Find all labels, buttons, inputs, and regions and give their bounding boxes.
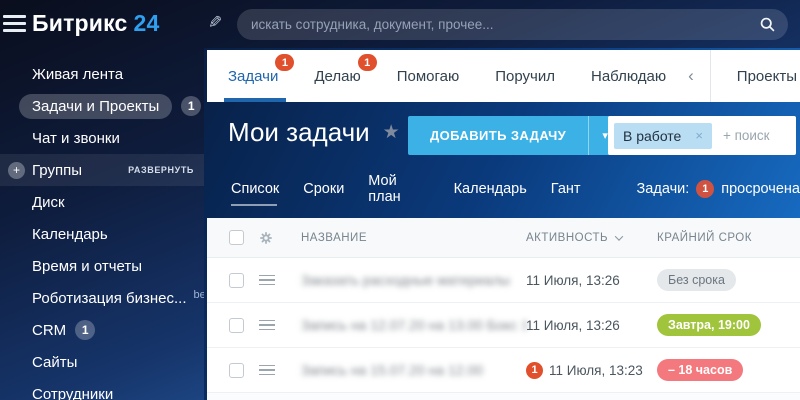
sidebar-item-sites[interactable]: Сайты (0, 346, 204, 378)
sidebar-item-time-reports[interactable]: Время и отчеты (0, 250, 204, 282)
tab-tasks[interactable]: Задачи 1 (223, 50, 295, 102)
tab-delegated[interactable]: Поручил (495, 50, 555, 102)
row-checkbox[interactable] (229, 272, 244, 288)
row-checkbox[interactable] (229, 362, 244, 378)
search-icon[interactable] (759, 16, 776, 33)
add-task-button[interactable]: ДОБАВИТЬ ЗАДАЧУ ▾ (408, 116, 622, 155)
sidebar: Живая лента Задачи и Проекты 1 Чат и зво… (0, 48, 215, 400)
topbar: Битрикс 24 ✎ (0, 0, 800, 48)
view-tab-deadlines[interactable]: Сроки (303, 181, 344, 197)
sidebar-item-rpa[interactable]: Роботизация бизнес... beta (0, 282, 215, 314)
content-area: Задачи 1 Делаю 1 Помогаю Поручил Наблюда… (204, 48, 800, 400)
filter-chip-in-progress[interactable]: В работе × (614, 122, 712, 149)
tabs-scroll-left-icon[interactable]: ‹ (688, 50, 710, 102)
select-all-checkbox[interactable] (229, 230, 244, 245)
sidebar-item-calendar[interactable]: Календарь (0, 218, 204, 250)
app-logo[interactable]: Битрикс 24 (32, 10, 160, 37)
tab-tasks-badge: 1 (275, 54, 295, 71)
deadline-badge: Без срока (657, 269, 736, 291)
logo-brand: Битрикс (32, 10, 128, 36)
hamburger-menu-icon[interactable] (3, 15, 26, 36)
view-tab-calendar[interactable]: Календарь (454, 181, 527, 197)
tab-doing[interactable]: Делаю 1 (314, 50, 377, 102)
activity-date: 11 Июля, 13:26 (526, 272, 620, 288)
view-tab-list[interactable]: Список (231, 181, 279, 206)
table-settings-gear-icon[interactable] (259, 231, 277, 245)
column-header-activity[interactable]: АКТИВНОСТЬ (526, 232, 657, 244)
column-header-deadline[interactable]: КРАЙНИЙ СРОК (657, 232, 800, 244)
edit-pencil-icon[interactable]: ✎ (208, 13, 222, 33)
overdue-count-badge[interactable]: 1 (696, 180, 715, 198)
activity-date: 11 Июля, 13:23 (549, 362, 643, 378)
add-group-icon[interactable]: + (8, 162, 25, 179)
tab-following[interactable]: Наблюдаю (591, 50, 666, 102)
tab-divider (709, 50, 711, 102)
overdue-counter: Задачи: 1 просрочена (636, 180, 800, 198)
column-header-name[interactable]: НАЗВАНИЕ (301, 232, 526, 244)
logo-number: 24 (133, 10, 160, 36)
view-tab-gantt[interactable]: Гант (551, 181, 581, 197)
sidebar-item-crm[interactable]: CRM 1 (0, 314, 204, 346)
activity-date: 11 Июля, 13:26 (526, 317, 620, 333)
activity-notification-badge: 1 (526, 361, 543, 379)
sort-chevron-icon (614, 231, 624, 241)
sidebar-item-tasks-projects[interactable]: Задачи и Проекты 1 (0, 90, 204, 122)
expand-groups-button[interactable]: РАЗВЕРНУТЬ (128, 165, 194, 175)
table-row[interactable]: Запись на 12.07.20 на 13.00 Бокс 1 11 Ию… (207, 303, 800, 348)
view-tab-my-plan[interactable]: Мой план (368, 173, 429, 205)
row-menu-icon[interactable] (259, 272, 275, 289)
task-filter-box[interactable]: В работе × + поиск (608, 116, 796, 155)
tab-doing-badge: 1 (357, 54, 377, 71)
sidebar-item-chat-calls[interactable]: Чат и звонки (0, 122, 204, 154)
sidebar-item-employees[interactable]: Сотрудники (0, 378, 204, 400)
page-title: Мои задачи ★ (228, 117, 400, 147)
row-checkbox[interactable] (229, 317, 244, 333)
tasks-count-badge: 1 (181, 96, 202, 116)
table-row[interactable]: Заказать расходные материалы 11 Июля, 13… (207, 258, 800, 303)
tab-projects[interactable]: Проекты (737, 50, 797, 102)
global-search-input[interactable] (237, 17, 759, 32)
filter-chip-remove-icon[interactable]: × (695, 128, 703, 143)
row-menu-icon[interactable] (259, 362, 275, 379)
page-header: Мои задачи ★ ДОБАВИТЬ ЗАДАЧУ ▾ В работе … (207, 102, 800, 218)
tab-helping[interactable]: Помогаю (397, 50, 460, 102)
crm-count-badge: 1 (75, 320, 96, 340)
sidebar-item-live-feed[interactable]: Живая лента (0, 58, 204, 90)
view-tabs: Список Сроки Мой план Календарь Гант Зад… (231, 173, 800, 206)
sidebar-item-groups[interactable]: + Группы РАЗВЕРНУТЬ (0, 154, 204, 186)
filter-search-placeholder[interactable]: + поиск (723, 128, 770, 143)
sidebar-item-drive[interactable]: Диск (0, 186, 204, 218)
task-name[interactable]: Запись на 12.07.20 на 13.00 Бокс 1 (301, 317, 526, 333)
task-role-tabbar: Задачи 1 Делаю 1 Помогаю Поручил Наблюда… (207, 50, 800, 102)
deadline-badge: Завтра, 19:00 (657, 314, 761, 336)
favorite-star-icon[interactable]: ★ (383, 121, 400, 144)
task-name[interactable]: Запись на 15.07.20 на 12.00 (301, 362, 526, 378)
task-name[interactable]: Заказать расходные материалы (301, 272, 526, 288)
task-table: НАЗВАНИЕ АКТИВНОСТЬ КРАЙНИЙ СРОК Заказат… (207, 218, 800, 400)
deadline-badge: – 18 часов (657, 359, 744, 381)
row-menu-icon[interactable] (259, 317, 275, 334)
table-header-row: НАЗВАНИЕ АКТИВНОСТЬ КРАЙНИЙ СРОК (207, 218, 800, 258)
table-row[interactable]: Запись на 15.07.20 на 12.00 1 11 Июля, 1… (207, 348, 800, 393)
global-search-bar[interactable] (237, 9, 788, 40)
active-item-pill: Задачи и Проекты (19, 93, 173, 119)
